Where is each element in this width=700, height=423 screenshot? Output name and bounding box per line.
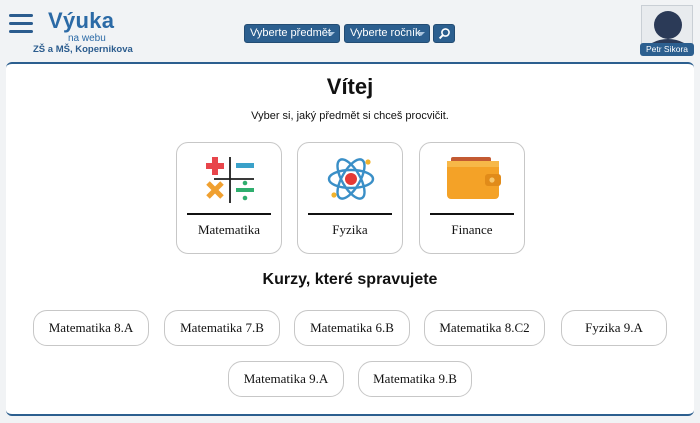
search-icon — [438, 28, 450, 40]
user-name: Petr Sikora — [640, 43, 694, 56]
school-name: ZŠ a MŠ, Kopernikova — [33, 44, 133, 55]
course-button[interactable]: Matematika 9.A — [228, 361, 344, 397]
grade-select[interactable]: Vyberte ročník — [344, 24, 430, 43]
course-button[interactable]: Matematika 6.B — [294, 310, 410, 346]
subject-label: Matematika — [197, 222, 261, 237]
top-bar: Výuka na webu ZŠ a MŠ, Kopernikova Vyber… — [0, 0, 700, 60]
brand-subtitle: na webu — [68, 33, 106, 44]
hamburger-menu-icon[interactable] — [9, 14, 33, 34]
courses-heading: Kurzy, které spravujete — [262, 271, 438, 288]
atom-icon — [321, 153, 381, 205]
main-card: Vítej Vyber si, jaký předmět si chceš pr… — [6, 62, 694, 416]
divider — [430, 213, 514, 215]
course-button[interactable]: Matematika 8.A — [33, 310, 149, 346]
page-title: Vítej — [326, 74, 374, 99]
course-button[interactable]: Matematika 7.B — [164, 310, 280, 346]
subject-card-fyzika[interactable]: Fyzika — [297, 142, 403, 254]
course-button[interactable]: Fyzika 9.A — [561, 310, 667, 346]
subject-label: Finance — [451, 222, 493, 237]
subject-card-matematika[interactable]: Matematika — [176, 142, 282, 254]
wallet-icon — [443, 153, 503, 205]
divider — [187, 213, 271, 215]
math-operations-icon — [200, 153, 260, 205]
chevron-down-icon — [327, 32, 335, 36]
chevron-down-icon — [417, 32, 425, 36]
brand-title[interactable]: Výuka — [48, 8, 114, 34]
user-profile[interactable]: Petr Sikora — [640, 5, 694, 57]
subject-card-finance[interactable]: Finance — [419, 142, 525, 254]
subject-select[interactable]: Vyberte předmět — [244, 24, 340, 43]
subject-select-label: Vyberte předmět — [250, 27, 331, 39]
course-button[interactable]: Matematika 8.C2 — [424, 310, 545, 346]
intro-text: Vyber si, jaký předmět si chceš procviči… — [251, 110, 449, 122]
search-button[interactable] — [433, 24, 455, 43]
grade-select-label: Vyberte ročník — [350, 27, 421, 39]
divider — [308, 213, 392, 215]
course-button[interactable]: Matematika 9.B — [358, 361, 472, 397]
subject-label: Fyzika — [332, 222, 368, 237]
